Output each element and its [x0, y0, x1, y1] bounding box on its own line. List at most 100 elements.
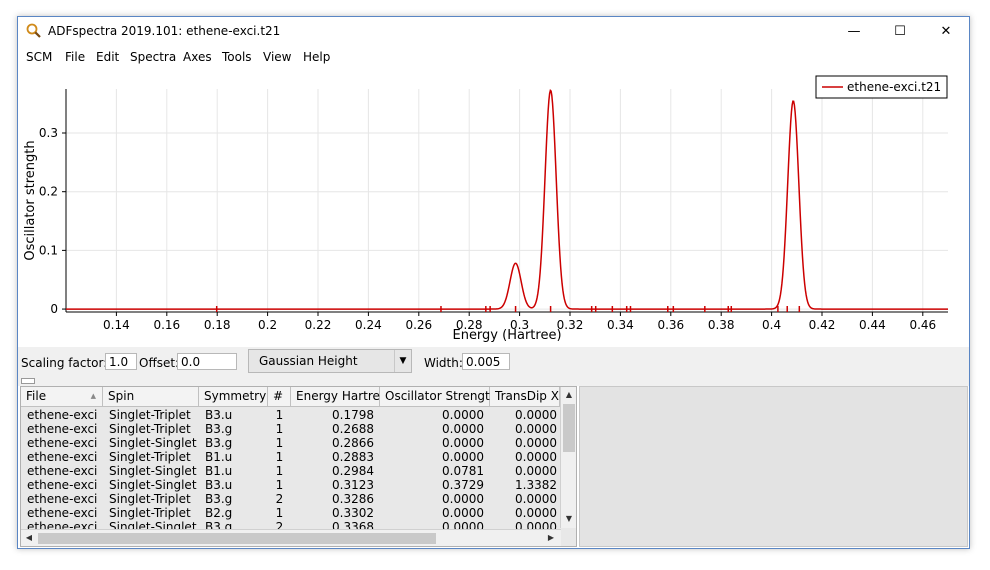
table-cell[interactable]: ethene-exci — [21, 464, 103, 478]
table-cell[interactable]: 0.3302 — [291, 506, 374, 520]
table-cell[interactable]: 0.2866 — [291, 436, 374, 450]
table-cell[interactable]: B1.u — [199, 450, 268, 464]
table-cell[interactable]: 0.2984 — [291, 464, 374, 478]
table-cell[interactable]: 0.0000 — [380, 422, 484, 436]
spectrum-plot-area[interactable]: 0.14 0.16 0.18 0.2 0.22 0.24 0.26 0.28 0.3 0.32 0.… — [18, 69, 969, 347]
maximize-icon[interactable]: ☐ — [877, 17, 923, 47]
lineshape-dropdown[interactable]: Gaussian Height ▼ — [248, 349, 412, 373]
column-header[interactable]: Oscillator Strength — [380, 387, 497, 407]
table-cell[interactable]: ethene-exci — [21, 478, 103, 492]
column-header[interactable]: Energy Hartree — [291, 387, 387, 407]
scroll-down-icon[interactable]: ▼ — [561, 511, 576, 527]
menu-view[interactable]: View — [263, 50, 291, 64]
table-cell[interactable]: Singlet-Triplet — [103, 450, 199, 464]
scroll-up-icon[interactable]: ▲ — [561, 387, 576, 403]
table-cell[interactable]: 0.2688 — [291, 422, 374, 436]
vertical-scrollbar[interactable]: ▲ ▼ — [560, 387, 576, 528]
table-cell[interactable]: 1 — [268, 450, 291, 464]
table-cell[interactable]: 0.0000 — [490, 422, 557, 436]
table-cell[interactable]: 1 — [268, 478, 291, 492]
table-cell[interactable]: ethene-exci — [21, 422, 103, 436]
window-title: ADFspectra 2019.101: ethene-exci.t21 — [48, 24, 281, 38]
table-cell[interactable]: 0.0000 — [490, 506, 557, 520]
table-cell[interactable]: 0.1798 — [291, 408, 374, 422]
menu-spectra[interactable]: Spectra — [130, 50, 176, 64]
table-cell[interactable]: Singlet-Triplet — [103, 492, 199, 506]
table-cell[interactable]: 0.3286 — [291, 492, 374, 506]
adf-app-icon — [26, 23, 41, 38]
table-cell[interactable]: 1 — [268, 408, 291, 422]
table-cell[interactable]: B3.u — [199, 408, 268, 422]
table-cell[interactable]: Singlet-Triplet — [103, 422, 199, 436]
table-cell[interactable]: B3.g — [199, 436, 268, 450]
table-cell[interactable]: B3.g — [199, 492, 268, 506]
menu-edit[interactable]: Edit — [96, 50, 119, 64]
x-tick-label: 0.38 — [708, 318, 735, 332]
y-tick-label: 0.2 — [39, 185, 58, 199]
menu-axes[interactable]: Axes — [183, 50, 212, 64]
splitter-bar[interactable] — [18, 377, 969, 386]
table-cell[interactable]: Singlet-Singlet — [103, 436, 199, 450]
menu-file[interactable]: File — [65, 50, 85, 64]
table-cell[interactable]: 0.0000 — [380, 492, 484, 506]
table-cell[interactable]: 0.0000 — [380, 506, 484, 520]
table-cell[interactable]: Singlet-Triplet — [103, 506, 199, 520]
table-cell[interactable]: 1 — [268, 422, 291, 436]
vertical-scroll-thumb[interactable] — [563, 404, 575, 452]
table-cell[interactable]: ethene-exci — [21, 436, 103, 450]
table-cell[interactable]: 0.0000 — [380, 408, 484, 422]
column-header[interactable]: Spin — [103, 387, 199, 407]
table-cell[interactable]: 0.0000 — [490, 450, 557, 464]
scroll-left-icon[interactable]: ◀ — [21, 530, 37, 546]
column-header[interactable]: File ▲ — [21, 387, 103, 407]
table-cell[interactable]: Singlet-Triplet — [103, 408, 199, 422]
table-cell[interactable]: 1 — [268, 506, 291, 520]
table-cell[interactable]: 0.0000 — [490, 436, 557, 450]
width-input[interactable]: 0.005 — [462, 353, 510, 370]
table-cell[interactable]: 2 — [268, 492, 291, 506]
menu-help[interactable]: Help — [303, 50, 330, 64]
table-cell[interactable]: B3.g — [199, 422, 268, 436]
x-tick-label: 0.46 — [909, 318, 936, 332]
transitions-table[interactable]: File ▲ Spin Symmetry # Energy Hartree Oscillat… — [20, 386, 577, 547]
table-cell[interactable]: 0.3729 — [380, 478, 484, 492]
details-pane — [579, 386, 968, 547]
scaling-factor-input[interactable]: 1.0 — [105, 353, 137, 370]
table-cell[interactable]: 0.0000 — [380, 436, 484, 450]
table-cell[interactable]: 0.0000 — [490, 464, 557, 478]
menu-scm[interactable]: SCM — [26, 50, 52, 64]
table-cell[interactable]: B2.g — [199, 506, 268, 520]
table-cell[interactable]: 0.0781 — [380, 464, 484, 478]
column-header[interactable]: Symmetry — [199, 387, 268, 407]
table-cell[interactable]: Singlet-Singlet — [103, 478, 199, 492]
horizontal-scrollbar[interactable]: ◀ ▶ — [21, 529, 561, 546]
table-cell[interactable]: 0.0000 — [380, 450, 484, 464]
scroll-right-icon[interactable]: ▶ — [543, 530, 559, 546]
title-bar[interactable]: ADFspectra 2019.101: ethene-exci.t21 — ☐… — [18, 17, 969, 47]
table-cell[interactable]: Singlet-Singlet — [103, 464, 199, 478]
splitter-handle[interactable] — [21, 378, 35, 384]
chevron-down-icon[interactable]: ▼ — [394, 350, 411, 372]
minimize-icon[interactable]: — — [831, 17, 877, 47]
table-cell[interactable]: 0.0000 — [490, 492, 557, 506]
column-header[interactable]: TransDip X — [490, 387, 560, 407]
table-cell[interactable]: 1.3382 — [490, 478, 557, 492]
column-header[interactable]: # — [268, 387, 291, 407]
table-cell[interactable]: B3.u — [199, 478, 268, 492]
close-icon[interactable]: ✕ — [923, 17, 969, 47]
table-cell[interactable]: ethene-exci — [21, 450, 103, 464]
menu-tools[interactable]: Tools — [222, 50, 252, 64]
table-cell[interactable]: 1 — [268, 464, 291, 478]
spectrum-chart[interactable]: 0.14 0.16 0.18 0.2 0.22 0.24 0.26 0.28 0.3 0.32 0.… — [18, 69, 969, 347]
table-cell[interactable]: 0.3123 — [291, 478, 374, 492]
table-cell[interactable]: 0.2883 — [291, 450, 374, 464]
table-cell[interactable]: ethene-exci — [21, 506, 103, 520]
x-tick-label: 0.2 — [258, 318, 277, 332]
table-cell[interactable]: ethene-exci — [21, 408, 103, 422]
horizontal-scroll-thumb[interactable] — [38, 533, 436, 544]
table-cell[interactable]: 1 — [268, 436, 291, 450]
offset-input[interactable]: 0.0 — [177, 353, 237, 370]
table-cell[interactable]: B1.u — [199, 464, 268, 478]
table-cell[interactable]: 0.0000 — [490, 408, 557, 422]
table-cell[interactable]: ethene-exci — [21, 492, 103, 506]
